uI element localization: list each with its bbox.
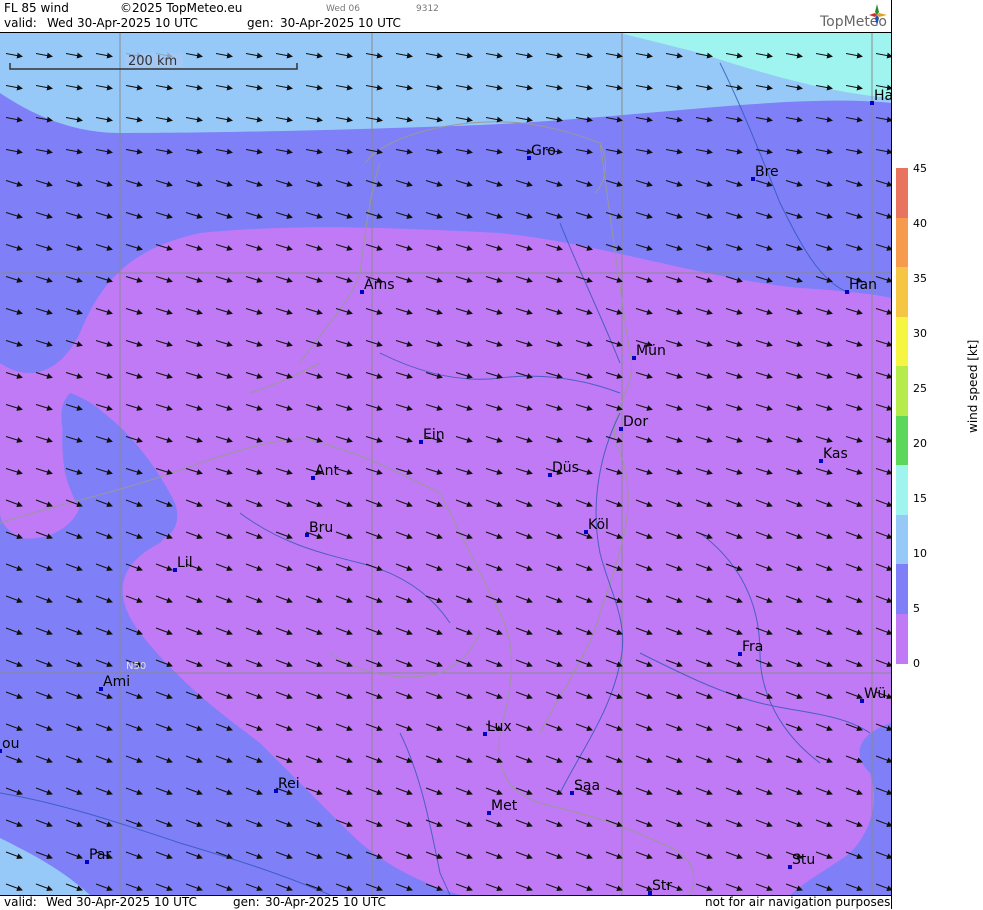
legend-tick-label: 40 (913, 217, 927, 230)
lat-label-n50: N50 (126, 661, 146, 672)
wind-map-canvas: 200 km N50 Ha Gro Bre Ams Han Mün Ein Dor Ant Düs… (0, 33, 891, 895)
city-label: Köl (588, 517, 609, 533)
city-label: Stu (792, 852, 815, 868)
city-marker: Bre (751, 164, 779, 181)
city-marker: Saa (570, 778, 600, 795)
legend-tick-label: 25 (913, 382, 927, 395)
city-marker: Met (487, 798, 518, 815)
city-label: Dor (623, 414, 648, 430)
id-code: 9312 (416, 4, 439, 14)
city-marker: Köl (584, 517, 609, 534)
city-label: Wü (864, 686, 886, 702)
city-label: Ha (874, 88, 891, 104)
legend-swatch (896, 168, 908, 218)
city-label: Gro (531, 143, 556, 159)
legend-swatch (896, 267, 908, 317)
legend-tick-label: 35 (913, 272, 927, 285)
map-footer: valid: Wed 30-Apr-2025 10 UTC gen: 30-Ap… (0, 895, 891, 910)
city-label: ou (2, 736, 19, 752)
city-marker: Lux (483, 719, 512, 736)
compass-star-icon (869, 4, 887, 26)
city-marker: Str (648, 878, 672, 895)
gen-label: gen: (247, 16, 274, 30)
legend-swatch (896, 217, 908, 268)
city-label: Met (491, 798, 518, 814)
product-title: FL 85 wind (4, 1, 69, 15)
legend-tick-label: 20 (913, 437, 927, 450)
city-marker: Stu (788, 852, 815, 869)
legend-tick-label: 0 (913, 657, 920, 670)
legend-tick-label: 10 (913, 547, 927, 560)
city-label: Lux (487, 719, 512, 735)
legend-swatch (896, 465, 908, 515)
city-marker: Dor (619, 414, 648, 431)
city-marker: Ami (99, 674, 130, 691)
city-label: Fra (742, 639, 763, 655)
wind-speed-legend: 45 40 35 30 25 20 15 10 5 0 (891, 0, 983, 909)
map-header: FL 85 wind ©2025 TopMeteo.eu Wed 06 9312… (0, 0, 891, 33)
city-label: Düs (552, 460, 579, 476)
city-label: Han (849, 277, 877, 293)
valid-time: Wed 30-Apr-2025 10 UTC (47, 16, 198, 30)
valid-label: valid: (4, 16, 37, 30)
city-label: Rei (278, 776, 300, 792)
city-marker: Ant (311, 463, 339, 480)
city-marker: Ha (870, 88, 891, 105)
footer-valid-time: Wed 30-Apr-2025 10 UTC (46, 895, 197, 909)
footer-gen-time: 30-Apr-2025 10 UTC (265, 895, 386, 909)
legend-tick-label: 5 (913, 602, 920, 615)
legend-tick-label: 45 (913, 162, 927, 175)
city-marker: Bru (305, 520, 333, 537)
city-label: Lil (177, 555, 193, 571)
city-marker: Ams (360, 277, 395, 294)
city-marker: Gro (527, 143, 556, 160)
city-label: Mün (636, 343, 666, 359)
city-marker: Han (845, 277, 877, 294)
legend-swatch (896, 415, 908, 466)
city-label: Ein (423, 427, 445, 443)
city-label: Str (652, 878, 672, 894)
city-label: Saa (574, 778, 600, 794)
copyright-text: ©2025 TopMeteo.eu (120, 1, 243, 15)
city-marker: Düs (548, 460, 579, 477)
city-marker: Mün (632, 343, 666, 360)
city-label: Ams (364, 277, 395, 293)
city-marker: ou (0, 736, 19, 753)
footer-valid-label: valid: (4, 895, 37, 909)
city-marker: Ein (419, 427, 445, 444)
gen-time: 30-Apr-2025 10 UTC (280, 16, 401, 30)
city-label: Bre (755, 164, 779, 180)
city-label: Bru (309, 520, 333, 536)
legend-swatch (896, 366, 908, 416)
city-marker: Wü (860, 686, 886, 703)
legend-swatch (896, 564, 908, 614)
wind-map[interactable]: 200 km N50 Ha Gro Bre Ams Han Mün Ein Dor Ant Düs… (0, 33, 891, 895)
city-marker: Kas (819, 446, 848, 463)
city-marker: Rei (274, 776, 300, 793)
legend-swatch (896, 613, 908, 664)
legend-title: wind speed [kt] (966, 339, 980, 433)
city-label: Ant (315, 463, 339, 479)
city-marker: Par (85, 847, 111, 864)
city-label: Kas (823, 446, 848, 462)
legend-swatch (896, 514, 908, 565)
footer-note: not for air navigation purposes (705, 895, 891, 909)
legend-tick-label: 15 (913, 492, 927, 505)
city-marker: Fra (738, 639, 763, 656)
day-code: Wed 06 (326, 4, 360, 14)
scale-label: 200 km (128, 54, 177, 69)
legend-tick-label: 30 (913, 327, 927, 340)
city-label: Par (89, 847, 111, 863)
city-label: Ami (103, 674, 130, 690)
legend-swatch (896, 316, 908, 367)
legend-color-bar (896, 168, 908, 664)
footer-gen-label: gen: (233, 895, 260, 909)
